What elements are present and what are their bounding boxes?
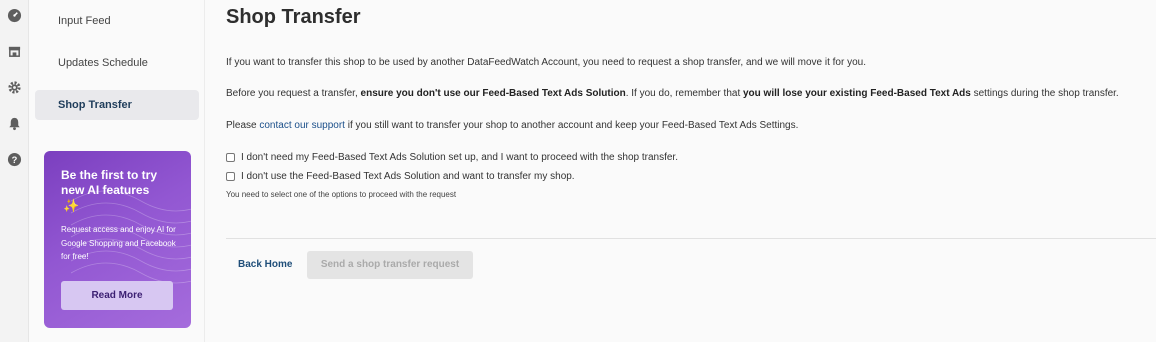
send-transfer-request-button[interactable]: Send a shop transfer request [307,251,473,279]
sidebar-item-label: Shop Transfer [58,99,132,111]
shop-icon[interactable] [7,44,22,59]
sidebar-item-shop-transfer[interactable]: Shop Transfer [35,90,199,120]
warning-emphasis: ensure you don't use our Feed-Based Text… [360,88,626,99]
sparkles-icon: ✨ [63,198,80,213]
option-row[interactable]: I don't need my Feed-Based Text Ads Solu… [226,152,678,163]
sidebar-item-input-feed[interactable]: Input Feed [35,6,199,36]
read-more-button[interactable]: Read More [61,281,173,310]
support-text: Please [226,120,260,131]
support-text: if you still want to transfer your shop … [344,120,799,131]
promo-title: Be the first to try new AI features [61,168,158,197]
option-checkbox[interactable] [226,153,235,162]
option-row[interactable]: I don't use the Feed-Based Text Ads Solu… [226,171,575,182]
divider [226,238,1156,239]
warning-text: Before you request a transfer, [226,88,361,99]
sidebar-item-updates-schedule[interactable]: Updates Schedule [35,48,199,78]
contact-support-link[interactable]: contact our support [259,120,345,131]
warning-text: settings during the shop transfer. [970,88,1119,99]
sidebar: Input Feed Updates Schedule Shop Transfe… [29,0,205,342]
bell-icon[interactable] [7,116,22,131]
page-title: Shop Transfer [226,6,361,28]
main-content: Shop Transfer If you want to transfer th… [206,0,1156,342]
sidebar-item-label: Input Feed [58,15,111,27]
validation-hint: You need to select one of the options to… [226,190,457,199]
option-label: I don't need my Feed-Based Text Ads Solu… [241,152,678,163]
icon-bar: ? [0,0,29,342]
ai-features-promo-card: Be the first to try new AI features ✨ Re… [44,151,191,328]
option-checkbox[interactable] [226,172,235,181]
help-icon[interactable]: ? [7,152,22,167]
warning-paragraph: Before you request a transfer, ensure yo… [226,88,1119,99]
option-label: I don't use the Feed-Based Text Ads Solu… [241,171,575,182]
intro-paragraph: If you want to transfer this shop to be … [226,57,866,68]
speedometer-icon[interactable] [7,8,22,23]
sidebar-item-label: Updates Schedule [58,57,148,69]
svg-text:?: ? [12,155,18,165]
gear-icon[interactable] [7,80,22,95]
promo-description: Request access and enjoy AI for Google S… [61,225,176,261]
back-home-link[interactable]: Back Home [238,259,292,270]
warning-emphasis: you will lose your existing Feed-Based T… [743,88,971,99]
support-paragraph: Please contact our support if you still … [226,120,798,131]
warning-text: . If you do, remember that [625,88,743,99]
